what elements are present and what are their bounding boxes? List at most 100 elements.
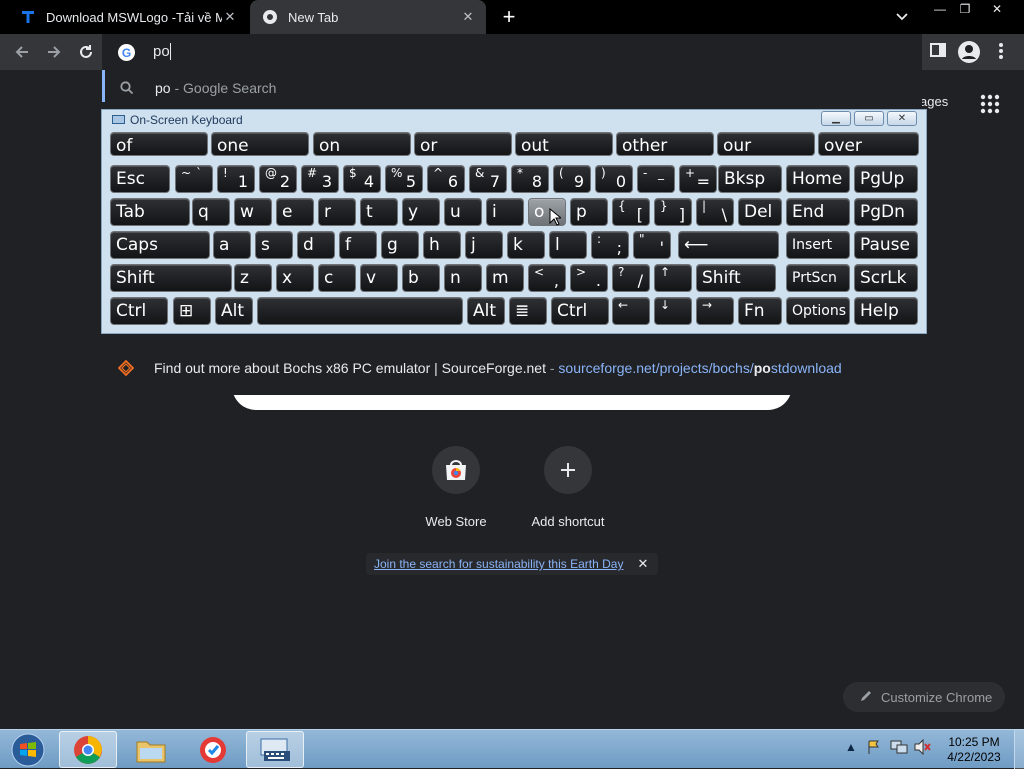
- osk-key-Bksp[interactable]: Bksp: [718, 165, 782, 193]
- osk-key-Shift[interactable]: Shift: [696, 264, 776, 292]
- osk-titlebar[interactable]: On-Screen Keyboard ▁ ▭ ✕: [102, 110, 926, 130]
- osk-key-Del[interactable]: Del: [738, 198, 782, 226]
- osk-key-0[interactable]: ) 0: [595, 165, 633, 193]
- taskbar-app[interactable]: [184, 731, 242, 768]
- osk-key-][interactable]: }]: [654, 198, 692, 226]
- new-tab-button[interactable]: +: [498, 6, 520, 28]
- side-panel-icon[interactable]: [930, 42, 946, 63]
- osk-prediction-our[interactable]: our: [717, 132, 815, 156]
- osk-key-.[interactable]: >.: [570, 264, 608, 292]
- ntp-images-link[interactable]: ages: [920, 94, 948, 109]
- osk-key-d[interactable]: d: [297, 231, 335, 259]
- osk-key-3[interactable]: #3: [301, 165, 339, 193]
- osk-key-'[interactable]: " ': [633, 231, 671, 259]
- back-button[interactable]: [10, 40, 34, 64]
- start-button[interactable]: [6, 731, 50, 768]
- osk-key-PgDn[interactable]: PgDn: [854, 198, 918, 226]
- volume-muted-icon[interactable]: [914, 738, 932, 758]
- osk-key-q[interactable]: q: [192, 198, 230, 226]
- close-window-button[interactable]: ✕: [982, 0, 1012, 18]
- osk-key-7[interactable]: & 7: [469, 165, 507, 193]
- suggestion-search[interactable]: po - Google Search: [102, 70, 922, 106]
- osk-key-PgUp[interactable]: PgUp: [854, 165, 918, 193]
- restore-button[interactable]: ❐: [950, 0, 980, 18]
- osk-key-2[interactable]: @2: [259, 165, 297, 193]
- apps-grid-icon[interactable]: [980, 94, 1000, 114]
- taskbar-chrome[interactable]: [59, 731, 117, 768]
- osk-prediction-of[interactable]: of: [110, 132, 208, 156]
- osk-key-4[interactable]: $4: [343, 165, 381, 193]
- osk-key-Insert[interactable]: Insert: [786, 231, 850, 259]
- shortcut-web-store[interactable]: Web Store: [406, 446, 506, 529]
- osk-key-Pause[interactable]: Pause: [854, 231, 918, 259]
- osk-key-`[interactable]: ~ `: [175, 165, 213, 193]
- osk-maximize-button[interactable]: ▭: [854, 111, 884, 126]
- osk-key-8[interactable]: * 8: [511, 165, 549, 193]
- system-clock[interactable]: 10:25 PM 4/22/2023: [938, 735, 1010, 765]
- osk-key-f[interactable]: f: [339, 231, 377, 259]
- osk-key-Options[interactable]: Options: [786, 297, 850, 325]
- osk-key-e[interactable]: e: [276, 198, 314, 226]
- osk-key-v[interactable]: v: [360, 264, 398, 292]
- osk-prediction-other[interactable]: other: [616, 132, 714, 156]
- omnibox[interactable]: G po: [102, 34, 922, 70]
- osk-key-c[interactable]: c: [318, 264, 356, 292]
- osk-key-Alt[interactable]: Alt: [467, 297, 505, 325]
- omnibox-input[interactable]: po: [153, 43, 170, 60]
- osk-key-ScrLk[interactable]: ScrLk: [854, 264, 918, 292]
- osk-key-↓[interactable]: ↓: [654, 297, 692, 325]
- osk-key-g[interactable]: g: [381, 231, 419, 259]
- osk-key-5[interactable]: % 5: [385, 165, 423, 193]
- forward-button[interactable]: [42, 40, 66, 64]
- osk-key-=[interactable]: + =: [679, 165, 717, 193]
- shortcut-add[interactable]: Add shortcut: [518, 446, 618, 529]
- osk-key-Help[interactable]: Help: [854, 297, 918, 325]
- action-center-icon[interactable]: [866, 739, 882, 758]
- osk-key-j[interactable]: j: [465, 231, 503, 259]
- osk-key-u[interactable]: u: [444, 198, 482, 226]
- customize-chrome-button[interactable]: Customize Chrome: [843, 682, 1005, 712]
- osk-key-1[interactable]: ! 1: [217, 165, 255, 193]
- suggestion-history[interactable]: Find out more about Bochs x86 PC emulato…: [102, 350, 922, 386]
- osk-key-space[interactable]: [257, 297, 463, 325]
- osk-key-z[interactable]: z: [234, 264, 272, 292]
- osk-key-PrtScn[interactable]: PrtScn: [786, 264, 850, 292]
- osk-prediction-out[interactable]: out: [515, 132, 613, 156]
- osk-key-↑[interactable]: ↑: [654, 264, 692, 292]
- osk-key-⊞[interactable]: ⊞: [173, 297, 211, 325]
- profile-avatar[interactable]: [958, 41, 980, 68]
- osk-key-6[interactable]: ^ 6: [427, 165, 465, 193]
- promo-close-icon[interactable]: ✕: [637, 556, 648, 572]
- osk-key-,[interactable]: <,: [528, 264, 566, 292]
- osk-key-_[interactable]: - _: [637, 165, 675, 193]
- osk-key-Fn[interactable]: Fn: [738, 297, 782, 325]
- osk-key-x[interactable]: x: [276, 264, 314, 292]
- osk-key-/[interactable]: ? /: [612, 264, 650, 292]
- osk-key-h[interactable]: h: [423, 231, 461, 259]
- osk-key-r[interactable]: r: [318, 198, 356, 226]
- tab-close-icon[interactable]: ✕: [222, 9, 238, 25]
- osk-key-b[interactable]: b: [402, 264, 440, 292]
- osk-key-Caps[interactable]: Caps: [110, 231, 210, 259]
- osk-key-Ctrl[interactable]: Ctrl: [551, 297, 609, 325]
- tab-mswlogo[interactable]: Download MSWLogo -Tải về Mớ ✕: [8, 0, 248, 34]
- osk-key-s[interactable]: s: [255, 231, 293, 259]
- taskbar-osk[interactable]: [246, 731, 304, 768]
- osk-key-y[interactable]: y: [402, 198, 440, 226]
- osk-key-t[interactable]: t: [360, 198, 398, 226]
- osk-close-button[interactable]: ✕: [887, 111, 917, 126]
- osk-key-;[interactable]: :;: [591, 231, 629, 259]
- show-desktop-button[interactable]: [1014, 730, 1024, 769]
- osk-key-k[interactable]: k: [507, 231, 545, 259]
- tab-new-tab[interactable]: New Tab ✕: [250, 0, 486, 34]
- osk-key-Ctrl[interactable]: Ctrl: [110, 297, 168, 325]
- osk-key-m[interactable]: m: [486, 264, 524, 292]
- osk-key-Alt[interactable]: Alt: [215, 297, 253, 325]
- osk-key-End[interactable]: End: [786, 198, 850, 226]
- osk-key-l[interactable]: l: [549, 231, 587, 259]
- reload-button[interactable]: [74, 40, 98, 64]
- show-hidden-icons[interactable]: ▲: [845, 740, 857, 754]
- network-icon[interactable]: [890, 739, 908, 758]
- osk-prediction-or[interactable]: or: [414, 132, 512, 156]
- osk-key-Home[interactable]: Home: [786, 165, 850, 193]
